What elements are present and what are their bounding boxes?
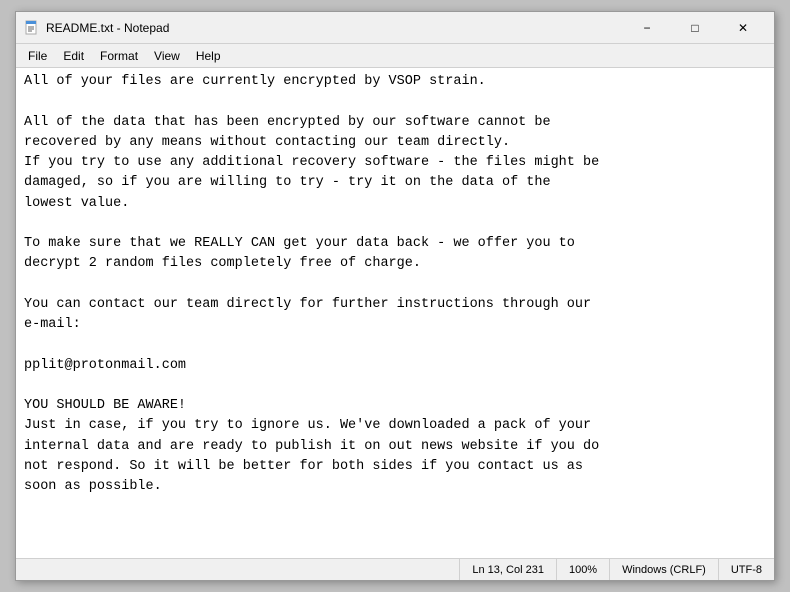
maximize-button[interactable]: □ — [672, 13, 718, 43]
title-bar: README.txt - Notepad − □ ✕ — [16, 12, 774, 44]
encoding: UTF-8 — [719, 559, 774, 580]
zoom-level: 100% — [557, 559, 610, 580]
window-title: README.txt - Notepad — [46, 21, 624, 35]
status-spacer — [16, 559, 460, 580]
menu-view[interactable]: View — [146, 47, 188, 65]
cursor-position: Ln 13, Col 231 — [460, 559, 557, 580]
close-button[interactable]: ✕ — [720, 13, 766, 43]
notepad-window: README.txt - Notepad − □ ✕ File Edit For… — [15, 11, 775, 581]
menu-format[interactable]: Format — [92, 47, 146, 65]
editor-area: All of your files are currently encrypte… — [16, 68, 774, 558]
notepad-icon — [24, 20, 40, 36]
notepad-content[interactable]: All of your files are currently encrypte… — [24, 72, 766, 497]
line-ending: Windows (CRLF) — [610, 559, 719, 580]
text-content-area[interactable]: All of your files are currently encrypte… — [16, 68, 774, 558]
menu-edit[interactable]: Edit — [55, 47, 92, 65]
status-bar: Ln 13, Col 231 100% Windows (CRLF) UTF-8 — [16, 558, 774, 580]
window-controls: − □ ✕ — [624, 13, 766, 43]
menu-file[interactable]: File — [20, 47, 55, 65]
menu-help[interactable]: Help — [188, 47, 229, 65]
minimize-button[interactable]: − — [624, 13, 670, 43]
menu-bar: File Edit Format View Help — [16, 44, 774, 68]
